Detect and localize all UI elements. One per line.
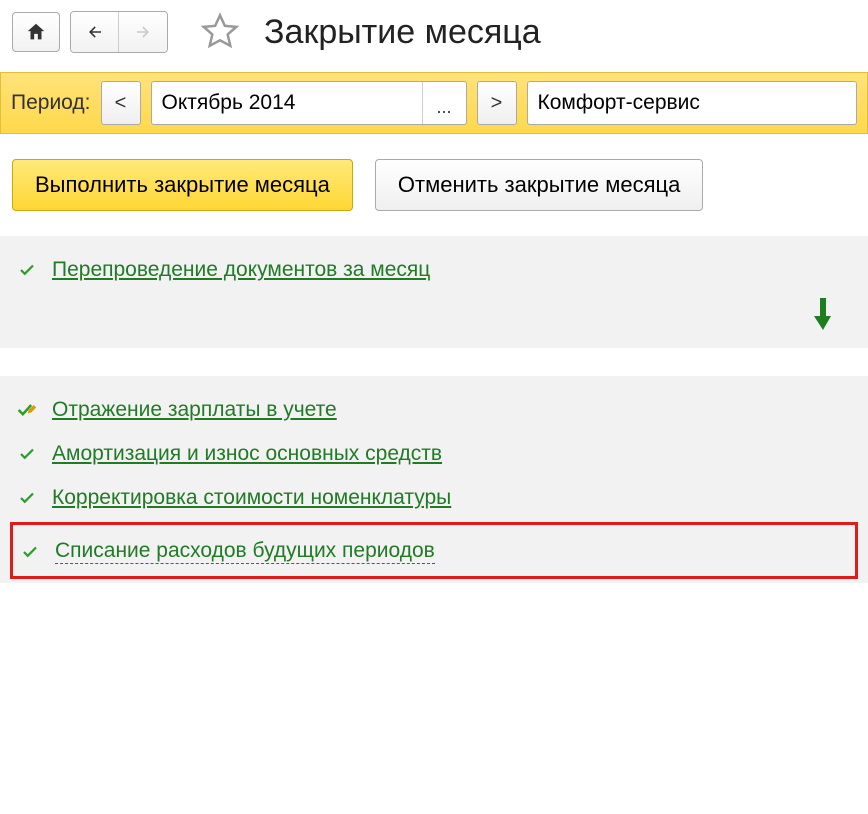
operation-link-depreciation[interactable]: Амортизация и износ основных средств [52,442,442,466]
home-button[interactable] [12,12,60,52]
operation-link-salary-reflection[interactable]: Отражение зарплаты в учете [52,398,337,422]
operation-row: Списание расходов будущих периодов [19,529,849,574]
arrow-left-icon [84,23,106,41]
back-button[interactable] [71,12,119,52]
period-label: Период: [11,91,91,115]
period-input[interactable] [152,85,422,121]
period-picker-button[interactable]: ... [422,82,466,124]
operation-link-deferred-expenses[interactable]: Списание расходов будущих периодов [55,539,435,564]
star-outline-icon [200,12,240,52]
organization-input[interactable] [527,81,858,125]
check-icon [16,489,38,507]
operation-row: Амортизация и износ основных средств [16,432,852,476]
page-title: Закрытие месяца [264,13,541,52]
operation-link-repost-documents[interactable]: Перепроведение документов за месяц [52,258,430,282]
period-bar: Период: < ... > [0,72,868,134]
cancel-close-month-button[interactable]: Отменить закрытие месяца [375,159,703,211]
period-input-wrap: ... [151,81,467,125]
check-icon [16,445,38,463]
arrow-right-icon [132,23,154,41]
operation-row: Отражение зарплаты в учете [16,388,852,432]
nav-back-forward [70,11,168,53]
check-icon [16,261,38,279]
operations-group-1: Перепроведение документов за месяц [0,236,868,348]
check-icon [19,543,41,561]
operation-row: Корректировка стоимости номенклатуры [16,476,852,520]
operation-link-cost-adjustment[interactable]: Корректировка стоимости номенклатуры [52,486,451,510]
highlighted-operation-box: Списание расходов будущих периодов [10,522,858,579]
favorite-star-button[interactable] [198,10,242,54]
action-bar: Выполнить закрытие месяца Отменить закры… [0,134,868,236]
forward-button[interactable] [119,12,167,52]
period-next-button[interactable]: > [477,81,517,125]
arrow-down-icon [814,298,832,330]
execute-close-month-button[interactable]: Выполнить закрытие месяца [12,159,353,211]
check-pencil-icon [16,401,38,419]
home-icon [25,21,47,43]
period-prev-button[interactable]: < [101,81,141,125]
operation-row: Перепроведение документов за месяц [16,248,852,292]
operations-group-2: Отражение зарплаты в учете Амортизация и… [0,376,868,583]
